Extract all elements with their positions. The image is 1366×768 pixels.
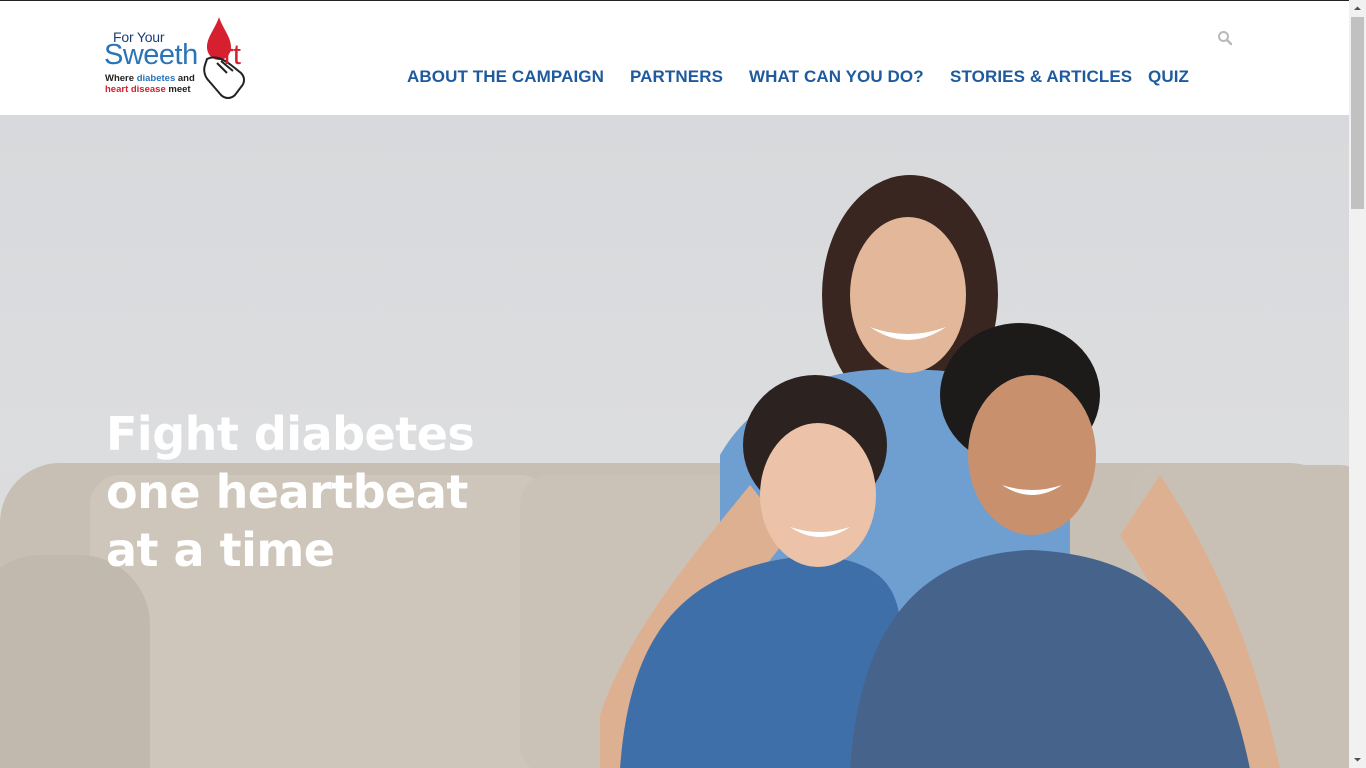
hero-headline-line2: one heartbeat — [106, 465, 468, 519]
page: For Your Sweeth rt Where diabetes and hea… — [0, 0, 1349, 768]
logo-tagline-line1: Where diabetes and — [105, 73, 195, 84]
hero-sofa-arm — [0, 555, 150, 768]
hero-family-photo — [600, 175, 1280, 768]
hero-headline: Fight diabetes one heartbeat at a time — [106, 405, 475, 579]
nav-item-partners[interactable]: PARTNERS — [630, 67, 723, 87]
scroll-up-arrow[interactable] — [1349, 0, 1366, 17]
hero-banner: Fight diabetes one heartbeat at a time — [0, 115, 1349, 768]
site-logo[interactable]: For Your Sweeth rt Where diabetes and hea… — [104, 15, 264, 103]
vertical-scrollbar[interactable] — [1349, 0, 1366, 768]
hero-headline-line3: at a time — [106, 523, 335, 577]
logo-tagline-line2: heart disease meet — [105, 84, 191, 95]
hero-headline-line1: Fight diabetes — [106, 407, 475, 461]
nav-item-about-the-campaign[interactable]: ABOUT THE CAMPAIGN — [407, 67, 604, 87]
logo-main-text: Sweeth rt — [104, 39, 241, 71]
scroll-down-arrow[interactable] — [1349, 751, 1366, 768]
nav-item-stories-articles[interactable]: STORIES & ARTICLES — [950, 67, 1132, 87]
scrollbar-thumb[interactable] — [1351, 17, 1364, 209]
nav-item-quiz[interactable]: QUIZ — [1148, 67, 1189, 87]
site-header: For Your Sweeth rt Where diabetes and hea… — [0, 1, 1349, 115]
nav-item-what-can-you-do[interactable]: WHAT CAN YOU DO? — [749, 67, 924, 87]
search-icon[interactable] — [1216, 29, 1234, 47]
